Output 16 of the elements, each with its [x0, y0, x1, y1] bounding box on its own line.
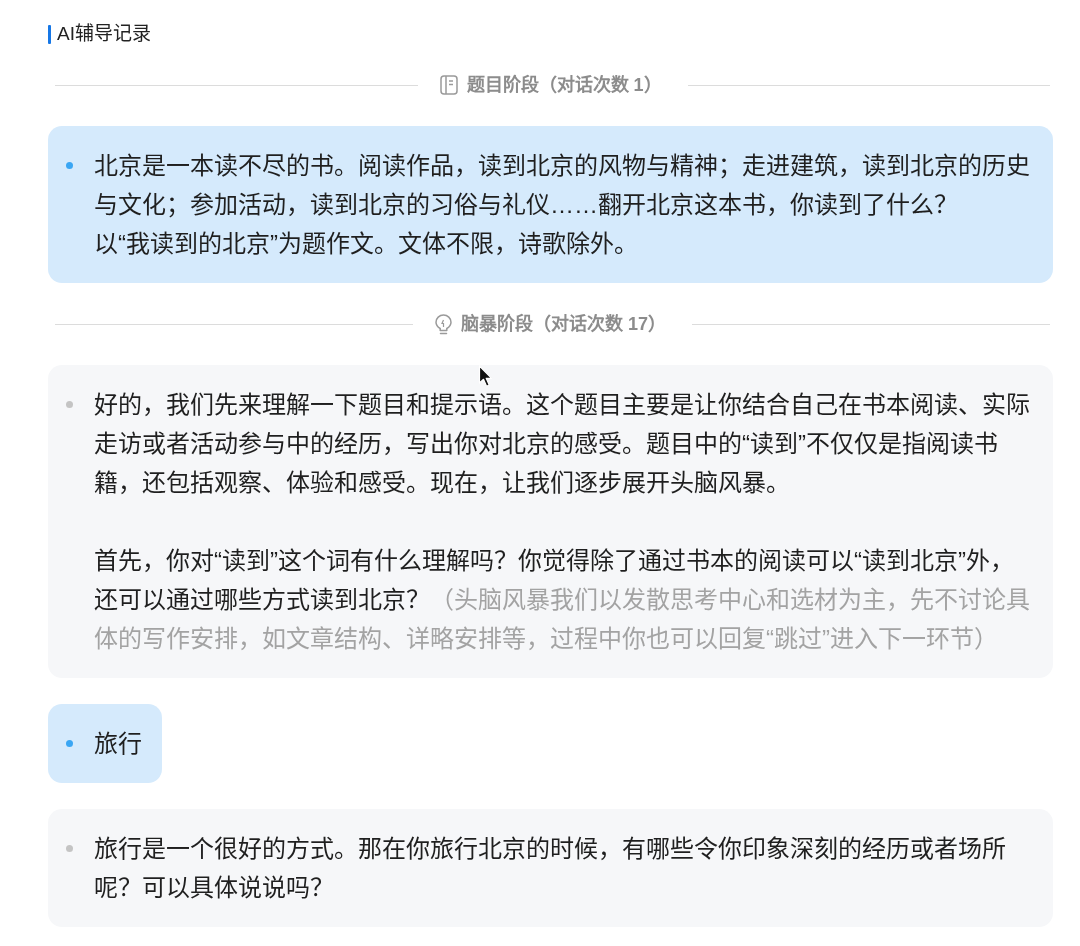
message-text: 旅行是一个很好的方式。那在你旅行北京的时候，有哪些令你印象深刻的经历或者场所呢？可以具体说说吗？ [94, 834, 1007, 903]
bullet-dot-icon [66, 401, 73, 408]
notebook-icon [439, 75, 458, 95]
bullet-dot-icon [66, 740, 73, 747]
stage-label: 题目阶段（对话次数 1） [466, 74, 662, 97]
accent-bar-icon [48, 24, 51, 44]
bullet-dot-icon [66, 845, 73, 852]
record-title: AI辅导记录 [57, 22, 151, 46]
message-text: 北京是一本读不尽的书。阅读作品，读到北京的风物与精神；走进建筑，读到北京的历史与文化；参加活动，读到北京的习俗与礼仪……翻开北京这本书，你读到了什么？ [94, 151, 1031, 220]
message-text: 以“我读到的北京”为题作文。文体不限，诗歌除外。 [94, 229, 639, 259]
stage-label: 脑暴阶段（对话次数 17） [461, 313, 666, 336]
message-text: 旅行 [94, 729, 142, 759]
bullet-dot-icon [66, 162, 73, 169]
message-text: 首先，你对“读到”这个词有什么理解吗？你觉得除了通过书本的阅读可以“读到北京”外，还可以通过哪些方式读到北京？（头脑风暴我们以发散思考中心和选材为主，先不讨论具体的写作安排，如文章结构、详略安排等，过程中你也可以回复“跳过”进入下一环节） [94, 546, 1031, 654]
message-text: 好的，我们先来理解一下题目和提示语。这个题目主要是让你结合自己在书本阅读、实际走访或者活动参与中的经历，写出你对北京的感受。题目中的“读到”不仅仅是指阅读书籍，还包括观察、体验和感受。现在，让我们逐步展开头脑风暴。 [94, 390, 1031, 498]
lightbulb-icon [435, 313, 452, 335]
